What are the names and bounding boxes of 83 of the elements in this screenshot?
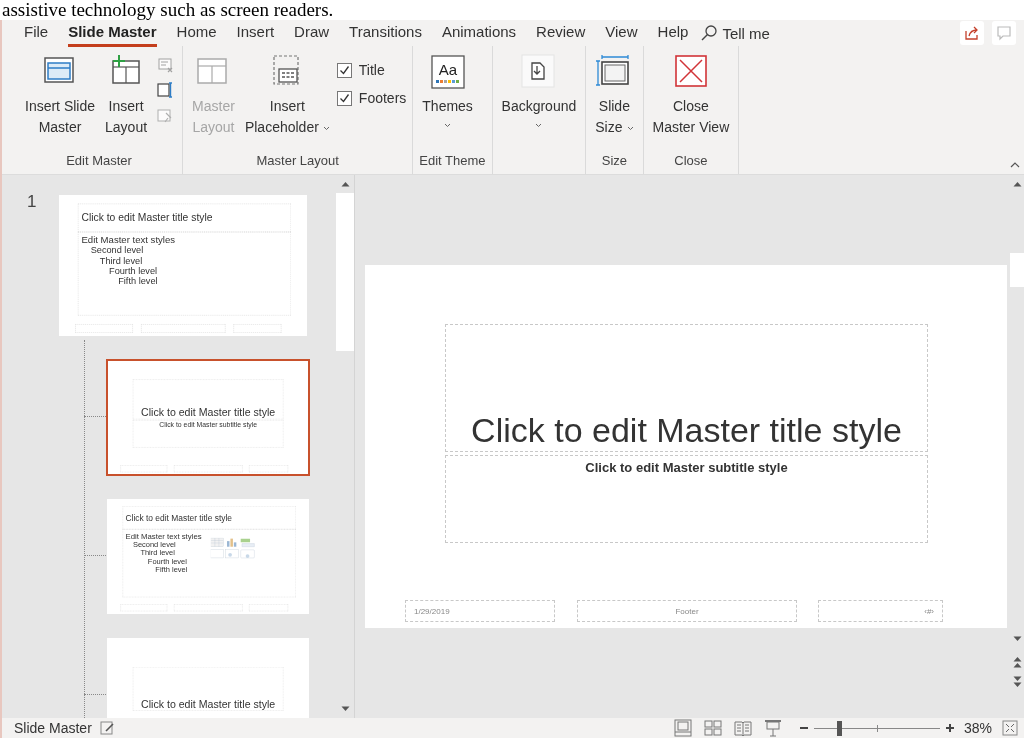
ribbon-tab[interactable]: Slide Master (68, 19, 157, 47)
notes-icon[interactable] (99, 721, 115, 735)
presenter-icon[interactable] (763, 719, 782, 737)
slide-thumbnail[interactable]: Click to edit Master title style (107, 638, 309, 718)
zoom-slider[interactable] (813, 720, 940, 736)
title-text: Click to edit Master title style (471, 410, 902, 451)
ribbon-tab[interactable]: Draw (294, 19, 330, 47)
checkbox-label: Footers (358, 90, 407, 106)
status-text: Slide Master (14, 720, 92, 736)
reading-view-icon[interactable] (733, 719, 752, 737)
ribbon-tab[interactable]: View (605, 19, 638, 47)
slider-thumb[interactable] (836, 720, 842, 736)
title-text: Click to edit Master title style (141, 405, 276, 419)
fit-to-window-icon[interactable] (1002, 720, 1018, 736)
checkbox[interactable] (336, 90, 352, 106)
check-icon (338, 64, 350, 76)
ribbon-button[interactable]: Insert Layout (102, 52, 151, 140)
slide-sorter-icon[interactable] (703, 719, 722, 737)
checkbox-label: Title (358, 62, 385, 78)
scrollbar-thumb[interactable] (336, 193, 354, 351)
ribbon-tab[interactable]: Help (657, 19, 689, 47)
ribbon-button[interactable]: Slide Size (592, 52, 637, 140)
title-placeholder[interactable]: Click to edit Master title style (445, 324, 928, 452)
group-label: Edit Master (65, 152, 133, 170)
footer-text: 1/29/2019 (414, 606, 450, 616)
scroll-down-icon[interactable] (340, 706, 350, 712)
document-text: assistive technology such as screen readers. (1, 0, 335, 20)
group-label: Edit Theme (419, 152, 486, 170)
zoom-in-icon[interactable] (944, 723, 955, 733)
comments-button[interactable] (992, 21, 1016, 45)
title-text: Click to edit Master title style (81, 211, 213, 224)
collapse-icon[interactable] (1010, 162, 1020, 168)
share-button[interactable] (960, 21, 984, 45)
group-label: Master Layout (255, 152, 340, 170)
title-text: Click to edit Master title style (125, 512, 232, 523)
footer-placeholder[interactable]: Footer (577, 600, 797, 622)
ribbon-tab[interactable]: Review (536, 19, 586, 47)
rename-icon (157, 82, 174, 98)
subtitle-text: Click to edit Master subtitle style (585, 460, 788, 477)
body-text: Third level (98, 255, 144, 266)
next-slide-icon[interactable] (1012, 676, 1022, 688)
ribbon-button[interactable]: Insert Slide Master (22, 52, 99, 140)
scroll-up-icon[interactable] (340, 181, 350, 187)
tell-me-search[interactable]: Tell me (700, 24, 770, 42)
ribbon-tab[interactable]: Animations (441, 19, 517, 47)
slide-thumbnail[interactable]: Click to edit Master title style Edit Master text styles Second level Third level Fourth level Fifth level (59, 195, 307, 336)
comment-icon (996, 25, 1012, 41)
search-icon (700, 24, 719, 42)
ribbon-tab[interactable]: Transitions (349, 19, 422, 47)
delete-icon (157, 57, 174, 73)
group-label: Close (673, 152, 709, 170)
subtitle-placeholder[interactable]: Click to edit Master subtitle style (445, 455, 928, 543)
body-text: Edit Master text styles (81, 234, 177, 246)
themes-icon: Aa (429, 54, 466, 90)
scroll-down-icon[interactable] (1012, 636, 1022, 642)
footer-placeholder[interactable]: 1/29/2019 (405, 600, 555, 622)
ribbon-tab[interactable]: File (24, 19, 49, 47)
checkbox[interactable] (336, 62, 352, 78)
slide-number: 1 (26, 192, 38, 212)
share-icon (964, 25, 980, 41)
ribbon-tab[interactable]: Insert (236, 19, 275, 47)
scrollbar-thumb[interactable] (1010, 253, 1024, 287)
ribbon-button[interactable]: Insert Placeholder (241, 52, 333, 140)
normal-view-icon[interactable] (673, 719, 692, 737)
footer-text: Footer (675, 606, 699, 616)
footer-placeholder[interactable]: ‹#› (818, 600, 943, 622)
slide[interactable]: Click to edit Master title style Click to edit Master subtitle style 1/29/2019 Footer ‹#› (365, 265, 1007, 628)
group-label: Size (600, 152, 629, 170)
check-icon (338, 92, 350, 104)
zoom-level[interactable]: 38% (963, 720, 992, 736)
body-text: Second level (89, 245, 145, 256)
scroll-up-icon[interactable] (1012, 181, 1022, 187)
ribbon-button[interactable]: Background (498, 52, 580, 130)
previous-slide-icon[interactable] (1012, 656, 1022, 668)
title-text: Click to edit Master title style (141, 697, 276, 711)
ribbon-button[interactable]: Close Master View (649, 52, 733, 140)
footer-text: ‹#› (924, 606, 934, 616)
ribbon-button[interactable]: Aa Themes (419, 52, 476, 130)
body-text: Fourth level (108, 266, 159, 277)
body-text: Fifth level (117, 276, 159, 287)
ribbon-tab[interactable]: Home (176, 19, 217, 47)
close-icon (672, 54, 709, 90)
pin-icon (157, 107, 174, 123)
